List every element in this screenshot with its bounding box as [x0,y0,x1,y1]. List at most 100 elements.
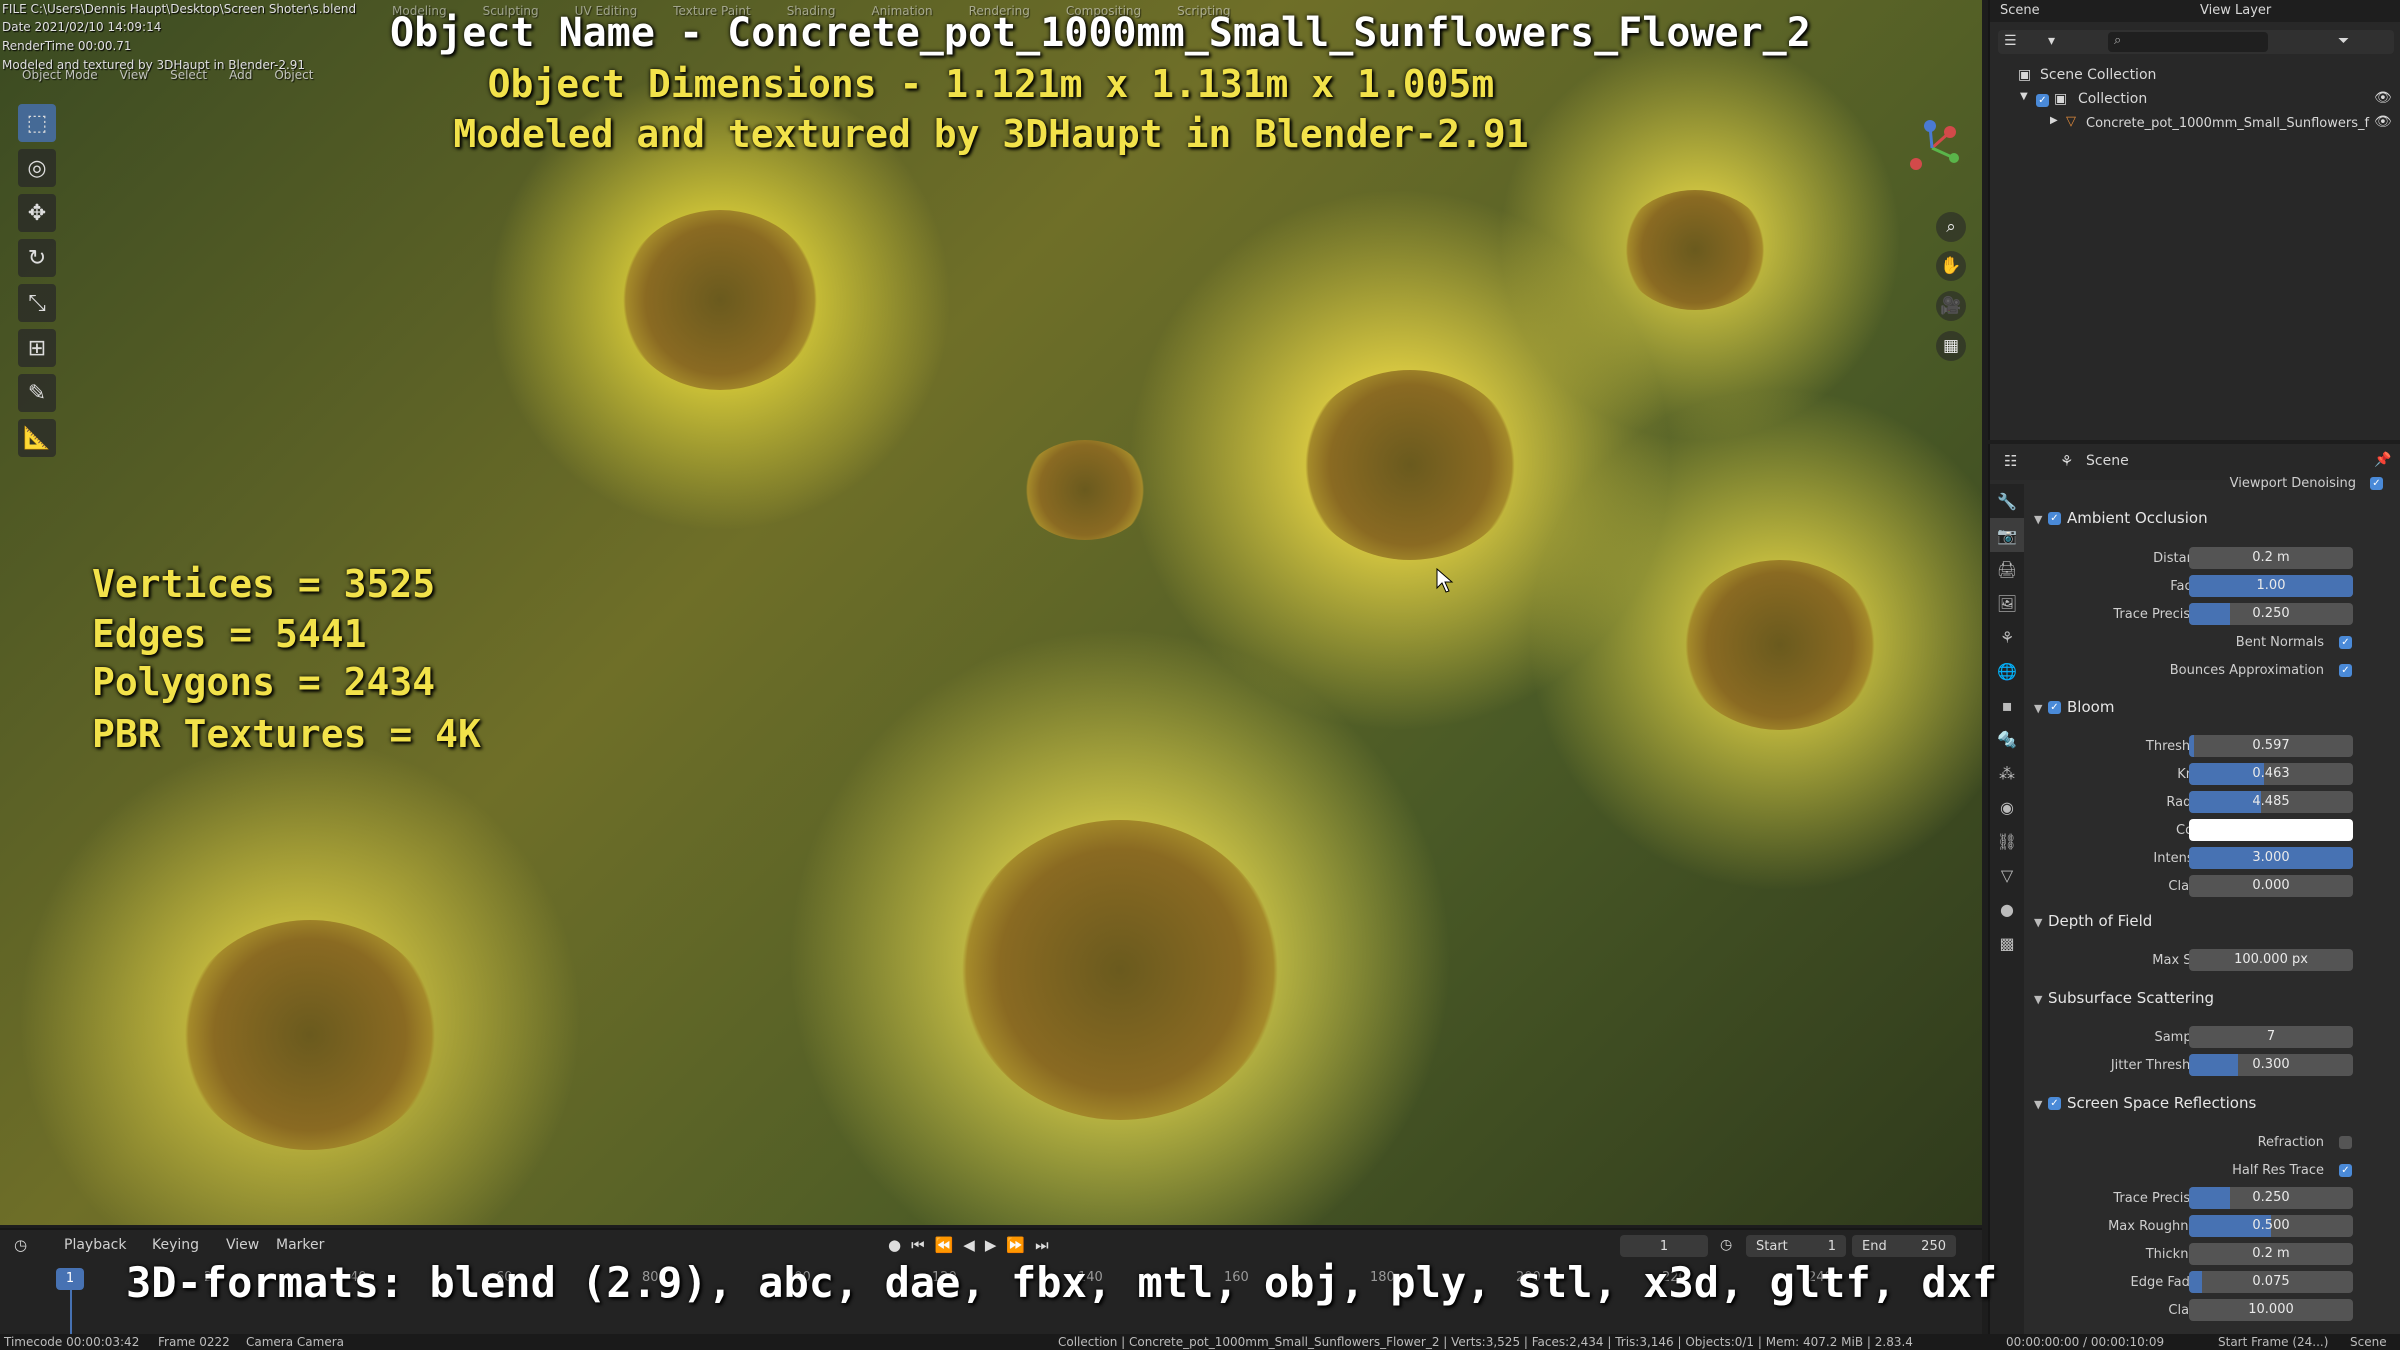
bloom-radius-slider[interactable]: 4.485 [2189,791,2353,813]
eye-icon[interactable]: 👁 [2374,90,2392,106]
camera-view-icon[interactable]: 🎥 [1936,291,1966,321]
ao-factor-slider[interactable]: 1.00 [2189,575,2353,597]
outliner-row-object[interactable]: ▶ ▽ Concrete_pot_1000mm_Small_Sunflowers… [1990,112,2400,136]
section-depth-of-field[interactable]: ▼ Depth of Field [2034,912,2390,938]
world-tab-icon[interactable]: 🌐 [1990,654,2024,688]
current-frame-field[interactable]: 1 [1620,1235,1708,1257]
keying-menu[interactable]: Keying [152,1237,199,1253]
object-tab-icon[interactable]: ▪ [1990,688,2024,722]
output-tab-icon[interactable]: 🖨 [1990,552,2024,586]
play-reverse-icon[interactable]: ◀ [963,1236,975,1254]
play-icon[interactable]: ▶ [985,1236,997,1254]
eye-icon[interactable]: 👁 [2374,114,2392,130]
field-value: 1 [1827,1238,1836,1254]
outliner-row-collection[interactable]: ▼ ✓ ▣ Collection 👁 [1990,88,2400,112]
marker-menu[interactable]: Marker [276,1237,324,1253]
filter-icon[interactable]: ▾ [2048,33,2055,49]
physics-tab-icon[interactable]: ◉ [1990,790,2024,824]
dof-max-size-row: Max Size 100.000 px [2034,949,2390,973]
ssr-edge-fading-slider[interactable]: 0.075 [2189,1271,2353,1293]
funnel-filter-icon[interactable]: ⏷ [2338,33,2349,49]
section-ambient-occlusion[interactable]: ▼ ✓ Ambient Occlusion [2034,509,2390,535]
view-layer-selector[interactable]: View Layer [2200,3,2271,18]
ssr-thickness-field[interactable]: 0.2 m [2189,1243,2353,1265]
file-path-text: FILE C:\Users\Dennis Haupt\Desktop\Scree… [2,2,357,16]
select-box-icon[interactable]: ⬚ [18,104,56,142]
chevron-right-icon[interactable]: ▶ [2050,115,2058,126]
clock-icon[interactable]: ◷ [1720,1237,1732,1253]
search-input[interactable]: ⌕ [2108,32,2268,52]
chevron-down-icon: ▼ [2034,993,2043,1006]
render-tab-icon[interactable]: 📷 [1990,518,2024,552]
start-frame-field[interactable]: Start 1 [1746,1235,1846,1257]
ssr-trace-precision-slider[interactable]: 0.250 [2189,1187,2353,1209]
ssr-clamp-field[interactable]: 10.000 [2189,1299,2353,1321]
ao-distance-field[interactable]: 0.2 m [2189,547,2353,569]
scale-icon[interactable]: ⤡ [18,284,56,322]
scene-tab-icon[interactable]: ⚘ [1990,620,2024,654]
ssr-enable-checkbox[interactable]: ✓ [2048,1097,2061,1110]
constraints-tab-icon[interactable]: ⛓ [1990,824,2024,858]
view-layer-tab-icon[interactable]: 🖼 [1990,586,2024,620]
mesh-object-icon: ▽ [2066,114,2076,129]
playback-menu[interactable]: Playback [64,1237,126,1253]
cursor-icon[interactable]: ◎ [18,149,56,187]
data-tab-icon[interactable]: ▽ [1990,858,2024,892]
scene-selector[interactable]: Scene [2000,3,2040,18]
bloom-color-swatch[interactable] [2189,819,2353,841]
annotate-icon[interactable]: ✎ [18,374,56,412]
dof-max-size-field[interactable]: 100.000 px [2189,949,2353,971]
outliner-row-scene-collection[interactable]: ▣ Scene Collection [1990,64,2400,88]
chevron-down-icon[interactable]: ▼ [2020,91,2028,102]
sss-samples-field[interactable]: 7 [2189,1026,2353,1048]
refraction-checkbox[interactable] [2339,1135,2358,1150]
zoom-icon[interactable]: ⌕ [1936,212,1966,242]
end-frame-field[interactable]: End 250 [1852,1235,1956,1257]
bloom-clamp-field[interactable]: 0.000 [2189,875,2353,897]
jump-start-icon[interactable]: ⏮ [911,1236,925,1254]
editor-type-icon[interactable]: ◷ [14,1236,27,1254]
modifier-tab-icon[interactable]: 🔩 [1990,722,2024,756]
grid-ortho-icon[interactable]: ▦ [1936,331,1966,361]
particles-tab-icon[interactable]: ⁂ [1990,756,2024,790]
texture-tab-icon[interactable]: ▩ [1990,926,2024,960]
next-keyframe-icon[interactable]: ⏩ [1006,1236,1025,1254]
tool-tab-icon[interactable]: 🔧 [1990,484,2024,518]
properties-panel: ☷ ⚘ Scene 📌 🔧 📷 🖨 🖼 ⚘ 🌐 ▪ 🔩 ⁂ ◉ ⛓ ▽ ● ▩ … [1988,444,2400,1344]
3d-viewport[interactable]: FILE C:\Users\Dennis Haupt\Desktop\Scree… [0,0,1982,1225]
bloom-knee-slider[interactable]: 0.463 [2189,763,2353,785]
prev-keyframe-icon[interactable]: ⏪ [935,1236,954,1254]
collection-icon: ▣ [2054,91,2068,107]
navigation-gizmo[interactable] [1902,118,1962,178]
measure-icon[interactable]: 📐 [18,419,56,457]
ao-enable-checkbox[interactable]: ✓ [2048,512,2061,525]
bloom-knee-row: Knee 0.463 [2034,763,2390,787]
section-subsurface-scattering[interactable]: ▼ Subsurface Scattering [2034,989,2390,1015]
section-screen-space-reflections[interactable]: ▼ ✓ Screen Space Reflections [2034,1094,2390,1120]
bloom-threshold-slider[interactable]: 0.597 [2189,735,2353,757]
move-icon[interactable]: ✥ [18,194,56,232]
bent-normals-checkbox[interactable]: ✓ [2339,635,2358,650]
editor-type-icon[interactable]: ☷ [2004,452,2017,470]
checkbox[interactable]: ✓ [2036,92,2055,108]
material-tab-icon[interactable]: ● [1990,892,2024,926]
section-bloom[interactable]: ▼ ✓ Bloom [2034,698,2390,724]
jump-end-icon[interactable]: ⏭ [1035,1236,1049,1254]
record-icon[interactable]: ● [888,1236,901,1254]
ao-trace-precision-slider[interactable]: 0.250 [2189,603,2353,625]
transform-icon[interactable]: ⊞ [18,329,56,367]
sss-jitter-slider[interactable]: 0.300 [2189,1054,2353,1076]
ssr-max-roughness-slider[interactable]: 0.500 [2189,1215,2353,1237]
pan-hand-icon[interactable]: ✋ [1936,251,1966,281]
display-mode-icon[interactable]: ☰ [2004,33,2017,49]
vertices-stat: Vertices = 3525 [92,562,436,606]
bloom-enable-checkbox[interactable]: ✓ [2048,701,2061,714]
bloom-intensity-slider[interactable]: 3.000 [2189,847,2353,869]
rotate-icon[interactable]: ↻ [18,239,56,277]
viewport-denoising-checkbox[interactable]: ✓ [2370,476,2389,491]
half-res-trace-checkbox[interactable]: ✓ [2339,1163,2358,1178]
view-menu[interactable]: View [226,1237,259,1253]
bounces-approx-checkbox[interactable]: ✓ [2339,663,2358,678]
pin-icon[interactable]: 📌 [2374,452,2391,468]
playhead[interactable]: 1 [56,1268,84,1290]
